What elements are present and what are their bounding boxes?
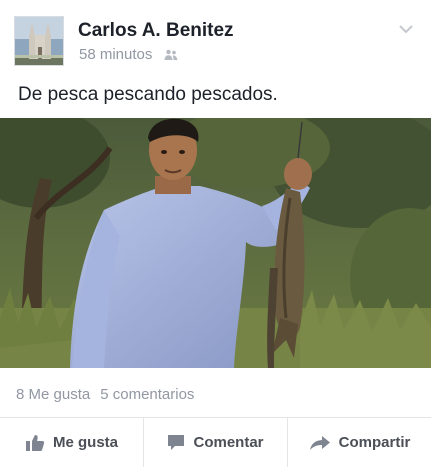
friends-icon[interactable] bbox=[164, 49, 178, 61]
man-holding-fish-photo bbox=[0, 118, 431, 368]
post-photo[interactable] bbox=[0, 118, 431, 368]
facebook-post: Carlos A. Benitez 58 minutos De pesca pe… bbox=[0, 0, 431, 467]
like-label: Me gusta bbox=[52, 434, 118, 451]
comments-count[interactable]: 5 comentarios bbox=[100, 386, 194, 403]
author-name[interactable]: Carlos A. Benitez bbox=[78, 20, 234, 42]
post-actions: Me gusta Comentar Compartir bbox=[0, 418, 431, 467]
author-avatar[interactable] bbox=[14, 16, 64, 66]
thumbs-up-icon bbox=[25, 434, 45, 451]
share-button[interactable]: Compartir bbox=[288, 418, 431, 467]
likes-count[interactable]: 8 Me gusta bbox=[16, 386, 90, 403]
share-arrow-icon bbox=[309, 435, 330, 450]
post-text: De pesca pescando pescados. bbox=[18, 84, 278, 105]
like-button[interactable]: Me gusta bbox=[0, 418, 144, 467]
comment-label: Comentar bbox=[193, 434, 264, 451]
comment-button[interactable]: Comentar bbox=[144, 418, 288, 467]
post-meta: 58 minutos bbox=[79, 46, 178, 63]
post-time[interactable]: 58 minutos bbox=[79, 46, 152, 63]
post-header: Carlos A. Benitez 58 minutos bbox=[0, 0, 431, 78]
church-avatar-image bbox=[15, 17, 63, 65]
comment-icon bbox=[168, 435, 185, 450]
post-stats: 8 Me gusta 5 comentarios bbox=[16, 386, 194, 403]
chevron-down-icon[interactable] bbox=[397, 22, 415, 36]
share-label: Compartir bbox=[338, 434, 411, 451]
